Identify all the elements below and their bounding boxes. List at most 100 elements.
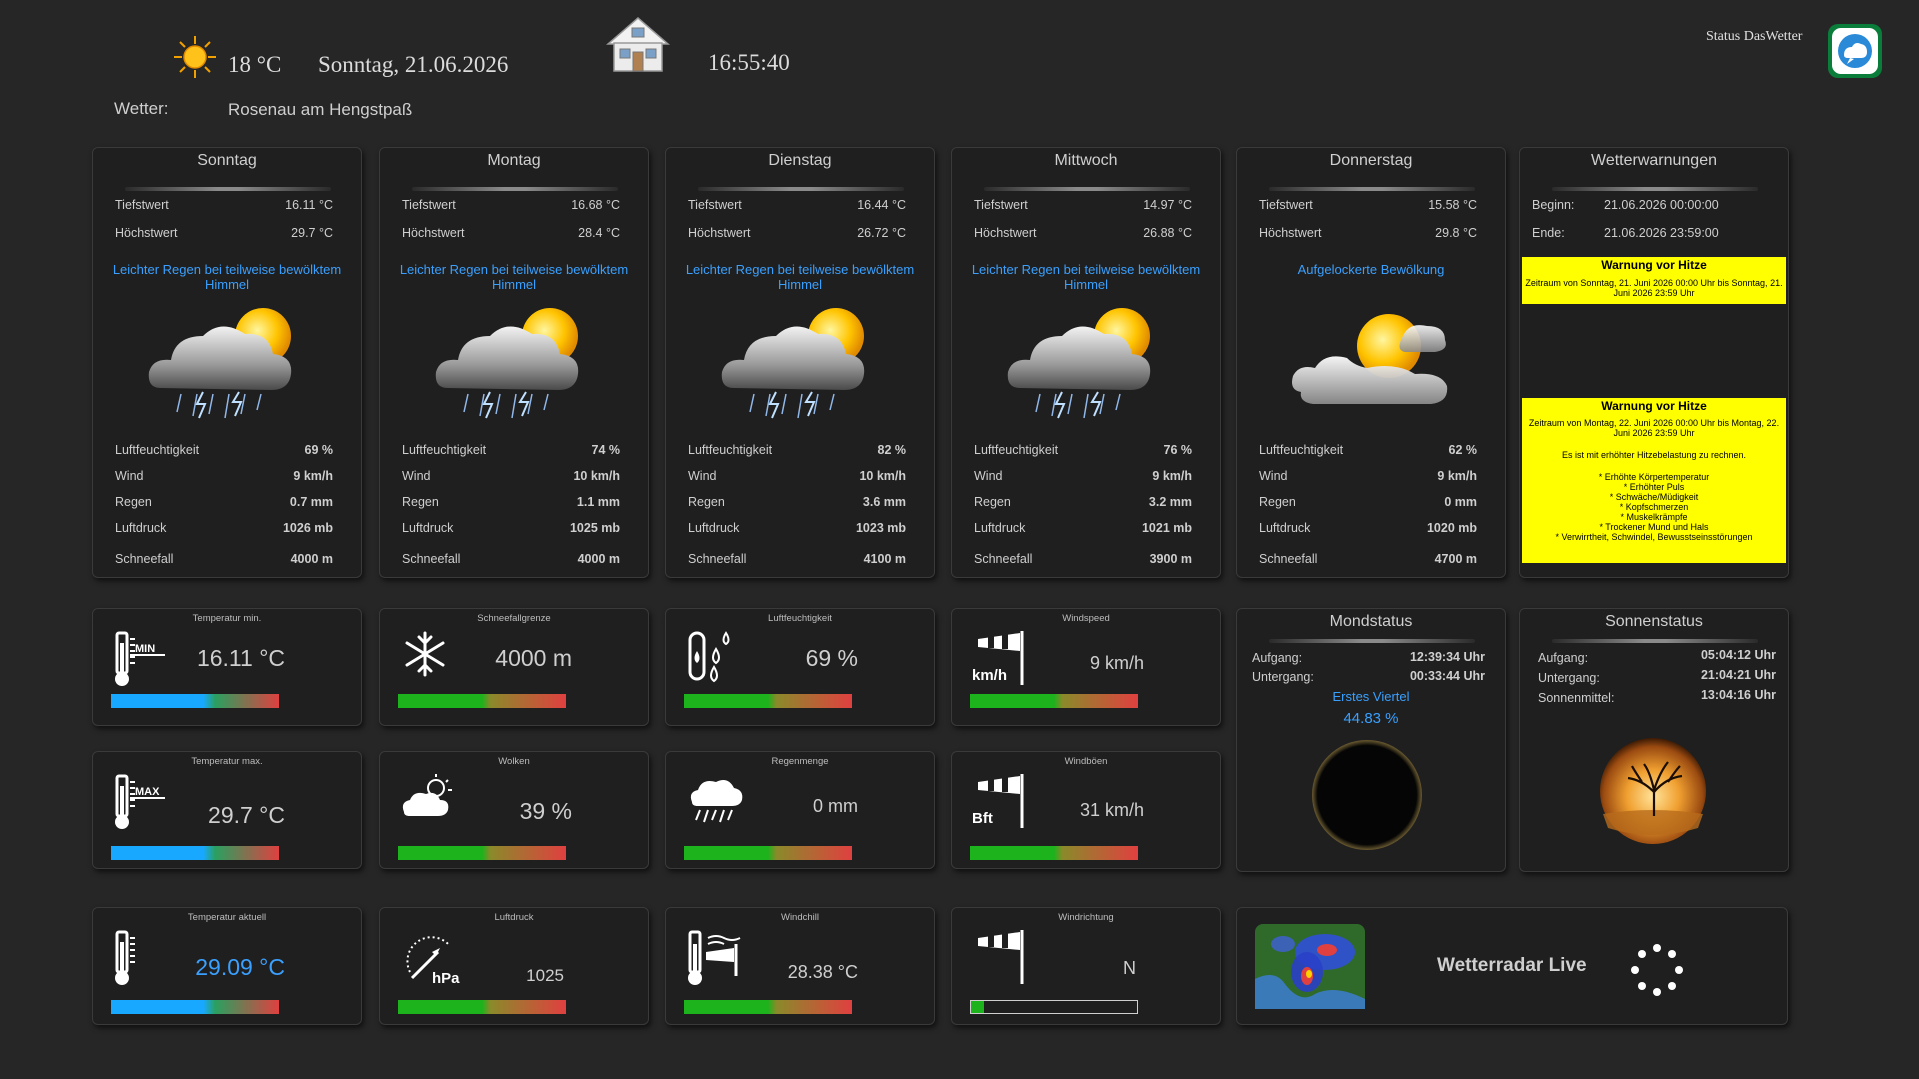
tile-temp-min[interactable]: Temperatur min. MIN 16.11 °C [92,608,362,726]
tile-level-bar [970,694,1138,708]
separator [698,187,904,191]
tile-unit-badge: hPa [432,970,460,987]
warning-symptom: * Trockener Mund und Hals [1599,522,1709,532]
rain-label: Regen [974,495,1011,509]
wind-label: Wind [974,469,1003,483]
min-label: Tiefstwert [115,198,169,212]
tile-level-bar [970,846,1138,860]
warning-begin-value: 21.06.2026 00:00:00 [1604,198,1719,212]
pressure-value: 1023 mb [855,521,906,535]
tile-value: 1025 [526,966,564,985]
tile-level-bar [684,846,852,860]
location-name: Rosenau am Hengstpaß [228,100,413,119]
wind-label: Wind [688,469,717,483]
tile-level-bar [684,1000,852,1014]
warning-period: Zeitraum von Montag, 22. Juni 2026 00:00… [1528,418,1780,438]
forecast-day: Dienstag [768,152,832,169]
wind-label: Wind [1259,469,1288,483]
tile-level-bar [111,1000,279,1014]
warning-symptom: * Verwirrtheit, Schwindel, Bewusstseinss… [1555,532,1753,542]
tile-unit-badge: Bft [972,810,993,827]
rain-thunder-sun-icon [141,296,317,426]
tile-wind-dir[interactable]: Windrichtung N [951,907,1221,1025]
tile-gusts[interactable]: Windböen Bft 31 km/h [951,751,1221,869]
moon-illumination: 44.83 % [1343,710,1399,727]
pressure-label: Luftdruck [688,521,740,535]
tile-value: 28.38 °C [787,962,858,982]
cloud-sun-icon [400,772,460,827]
forecast-day: Donnerstag [1329,152,1413,169]
max-label: Höchstwert [974,226,1037,240]
wind-value: 10 km/h [573,469,620,483]
tile-value: 29.09 °C [195,954,285,980]
tile-value: 29.7 °C [208,802,285,828]
weather-condition: Aufgelockerte Bewölkung [1297,262,1445,277]
humidity-value: 69 % [304,443,334,457]
wind-value: 10 km/h [859,469,906,483]
wind-value: 9 km/h [293,469,333,483]
tile-label: Windböen [1064,756,1108,767]
sunrise-label: Aufgang: [1538,651,1589,665]
max-value: 29.7 °C [291,226,333,240]
tile-value: 16.11 °C [196,645,285,671]
min-label: Tiefstwert [974,198,1028,212]
snow-value: 4000 m [577,552,620,566]
tile-level-bar [684,694,852,708]
forecast-day: Sonntag [197,152,257,169]
warning-box[interactable]: Warnung vor Hitze Zeitraum von Sonntag, … [1522,257,1786,304]
tile-value: 9 km/h [1089,653,1144,673]
separator [1552,187,1758,191]
current-time: 16:55:40 [708,50,790,75]
weather-radar-card[interactable]: Wetterradar Live [1236,907,1788,1025]
min-value: 16.68 °C [571,198,620,212]
tile-pressure[interactable]: Luftdruck hPa 1025 [379,907,649,1025]
rain-label: Regen [1259,495,1296,509]
current-temperature: 18 °C [228,52,282,77]
tile-badge: MIN [135,643,156,655]
moonset-value: 00:33:44 Uhr [1409,669,1485,683]
snow-label: Schneefall [115,552,174,566]
rain-thunder-sun-icon [428,296,604,426]
humidity-value: 74 % [591,443,621,457]
weather-condition: Leichter Regen bei teilweise bewölktem H… [112,262,342,292]
min-label: Tiefstwert [688,198,742,212]
tile-label: Windrichtung [1058,912,1114,923]
wind-direction-icon [972,928,1032,993]
radar-map-thumbnail[interactable] [1255,924,1365,1009]
tile-humidity[interactable]: Luftfeuchtigkeit 69 % [665,608,935,726]
warning-title: Warnung vor Hitze [1601,258,1707,272]
daswetter-status-button[interactable] [1828,24,1882,78]
tile-value: 0 mm [813,796,858,816]
tile-clouds[interactable]: Wolken 39 % [379,751,649,869]
sunset-tree-icon [1600,738,1706,844]
sunrise-value: 05:04:12 Uhr [1700,648,1776,662]
moon-status-card: Mondstatus Aufgang: 12:39:34 Uhr Unterga… [1236,608,1506,872]
tile-snow-line[interactable]: Schneefallgrenze 4000 m [379,608,649,726]
pressure-label: Luftdruck [402,521,454,535]
weather-label: Wetter: [114,99,169,118]
min-value: 16.11 °C [285,198,333,212]
warning-box[interactable]: Warnung vor Hitze Zeitraum von Montag, 2… [1522,398,1786,563]
separator [412,187,618,191]
forecast-day: Montag [487,152,541,169]
tile-windchill[interactable]: Windchill 28.38 °C [665,907,935,1025]
wind-value: 9 km/h [1152,469,1192,483]
warning-symptom: * Muskelkrämpfe [1620,512,1688,522]
tile-value: 31 km/h [1079,800,1144,820]
warning-symptom: * Schwäche/Müdigkeit [1609,492,1699,502]
windsock-gust-icon [972,772,1032,837]
sun-cloud-icon [1285,296,1461,426]
moonrise-label: Aufgang: [1252,651,1303,665]
min-label: Tiefstwert [402,198,456,212]
house-icon[interactable] [606,16,670,74]
windsock-icon [972,629,1032,694]
tile-temp-max[interactable]: Temperatur max. MAX 29.7 °C [92,751,362,869]
rain-value: 1.1 mm [576,495,620,509]
tile-temp-now[interactable]: Temperatur aktuell 29.09 °C [92,907,362,1025]
rain-label: Regen [402,495,439,509]
tile-windspeed[interactable]: Windspeed km/h 9 km/h [951,608,1221,726]
tile-rain-amount[interactable]: Regenmenge 0 mm [665,751,935,869]
weather-condition: Leichter Regen bei teilweise bewölktem H… [399,262,629,292]
windchill-icon [686,928,746,993]
min-value: 15.58 °C [1428,198,1477,212]
